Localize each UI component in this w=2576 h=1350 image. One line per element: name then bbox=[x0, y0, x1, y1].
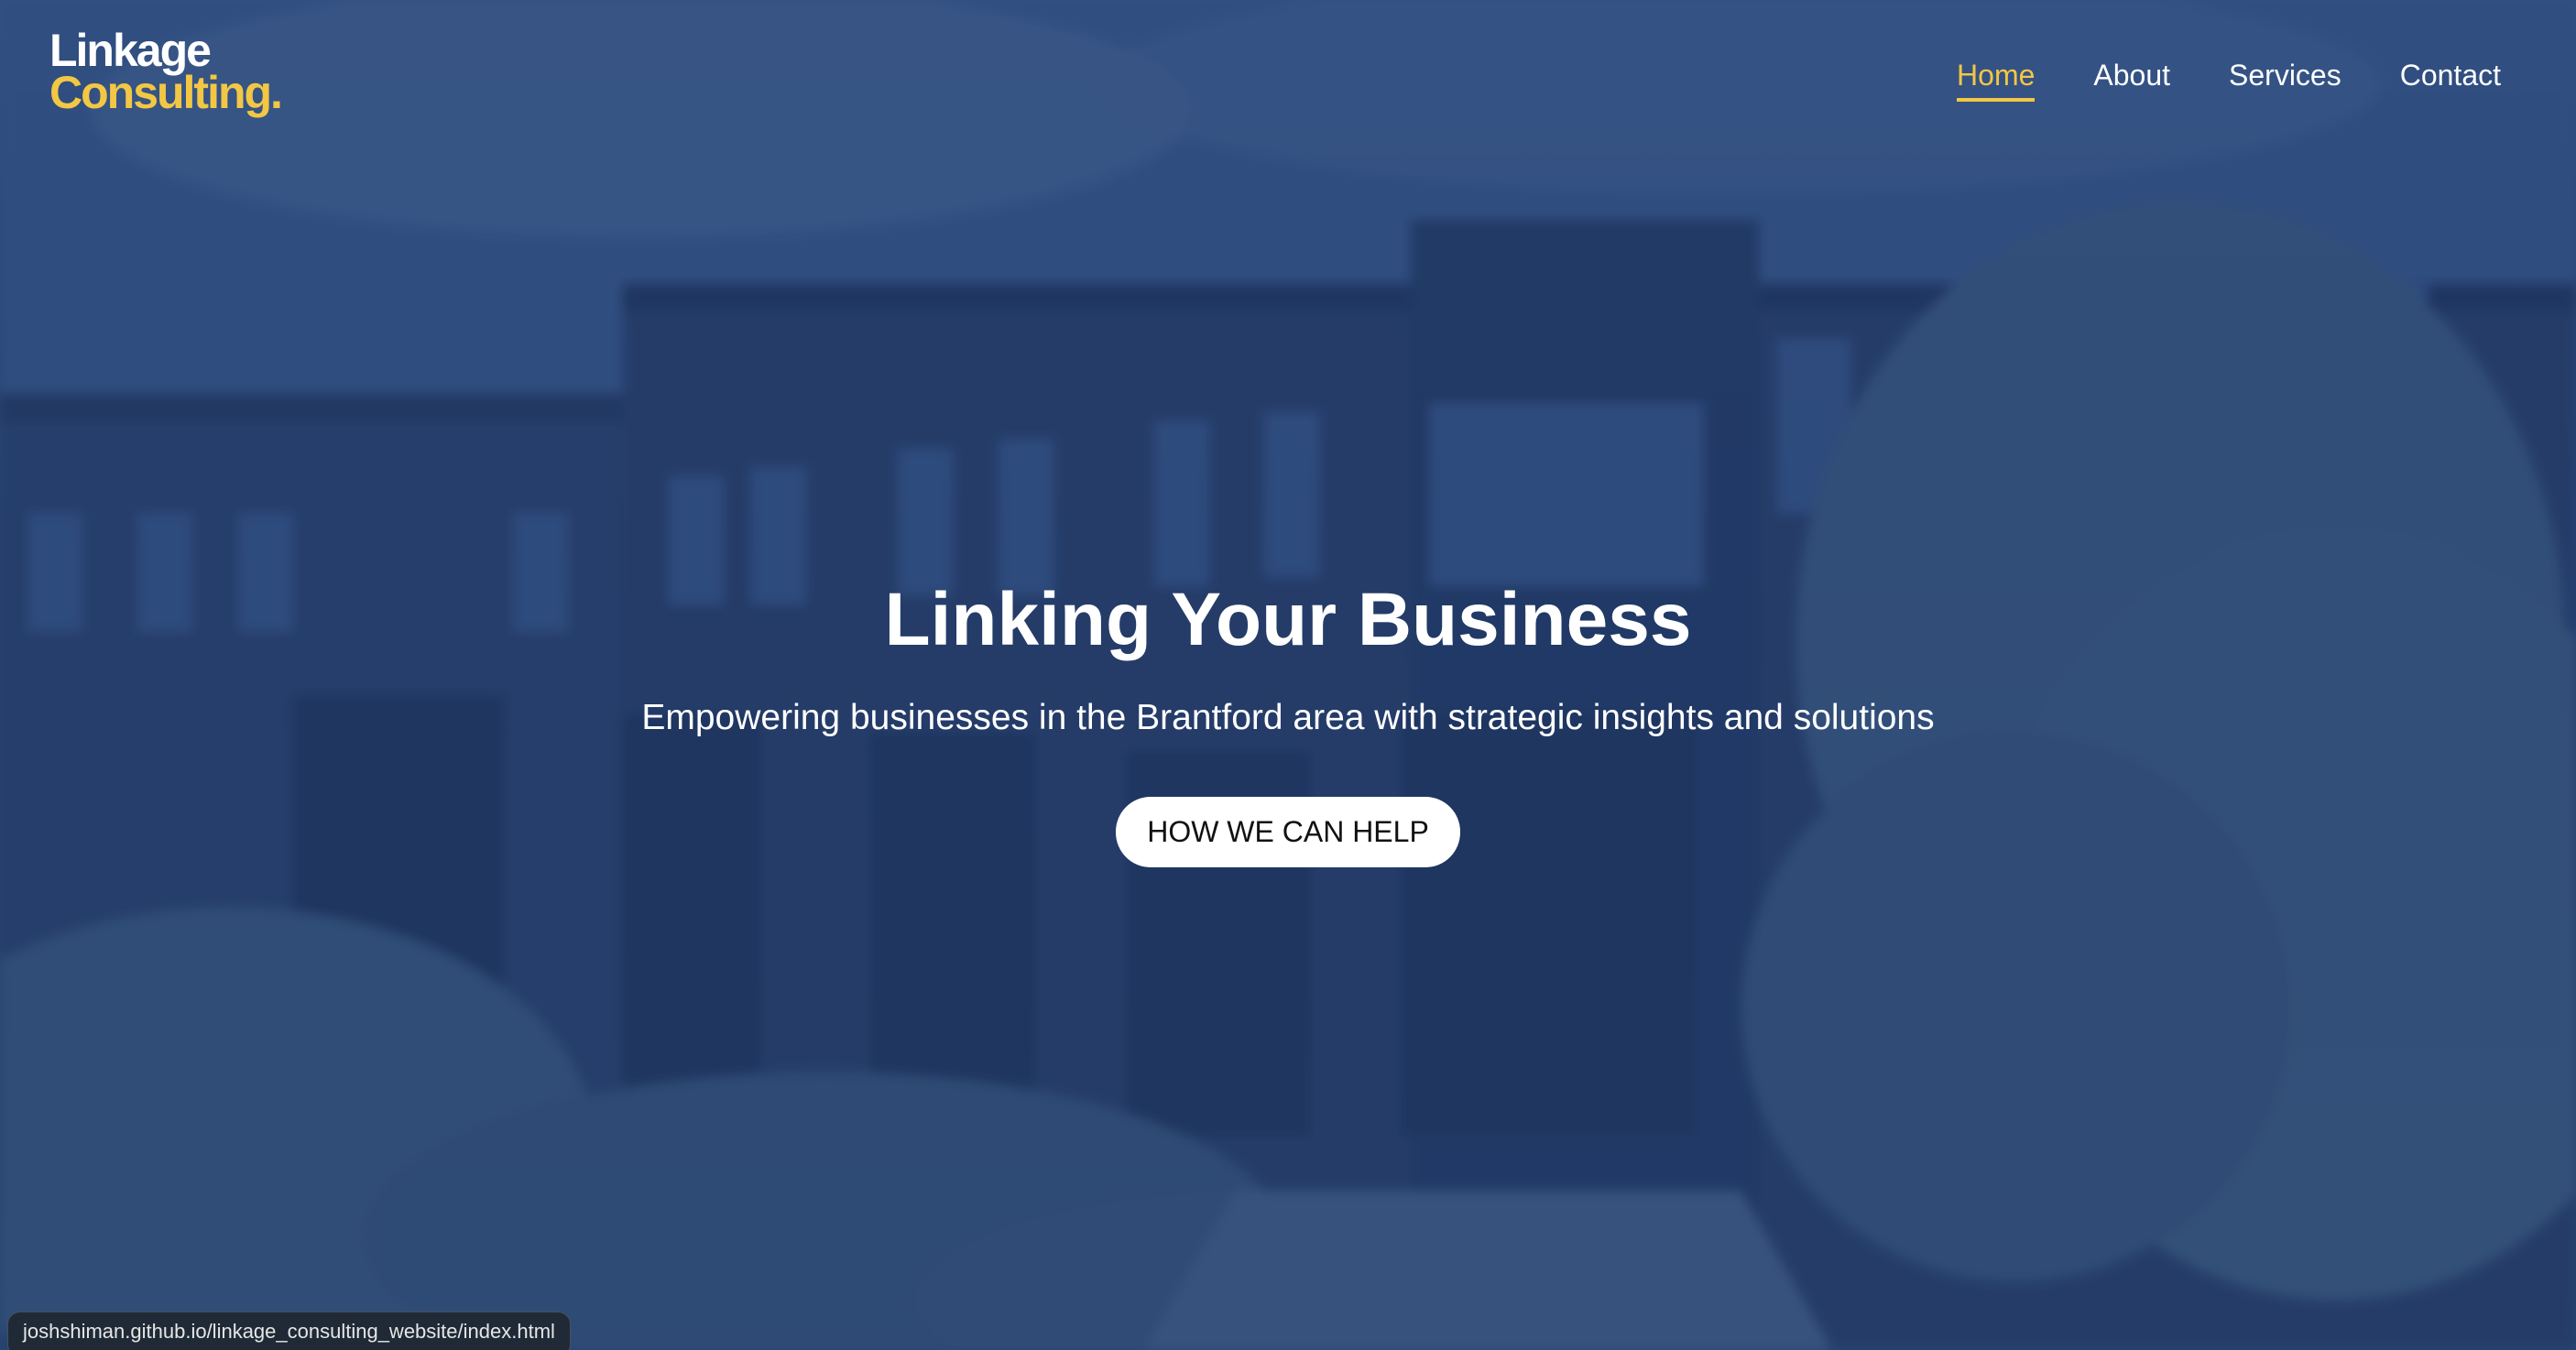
status-bar-url: joshshiman.github.io/linkage_consulting_… bbox=[7, 1312, 571, 1350]
nav-home-link[interactable]: Home bbox=[1957, 59, 2036, 102]
hero-title: Linking Your Business bbox=[884, 578, 1692, 661]
how-we-can-help-button[interactable]: HOW WE CAN HELP bbox=[1116, 797, 1460, 867]
nav-services-link[interactable]: Services bbox=[2229, 59, 2341, 102]
logo-text-line2: Consulting. bbox=[49, 67, 283, 118]
hero-subtitle: Empowering businesses in the Brantford a… bbox=[641, 698, 1935, 737]
nav-about-link[interactable]: About bbox=[2093, 59, 2170, 102]
hero-section: Linkage Consulting. Home About Services … bbox=[0, 0, 2576, 1350]
nav-contact-link[interactable]: Contact bbox=[2400, 59, 2501, 102]
main-nav: Home About Services Contact bbox=[1957, 59, 2501, 102]
brand-logo[interactable]: Linkage Consulting. bbox=[49, 27, 283, 118]
hero-content: Linking Your Business Empowering busines… bbox=[0, 577, 2576, 867]
